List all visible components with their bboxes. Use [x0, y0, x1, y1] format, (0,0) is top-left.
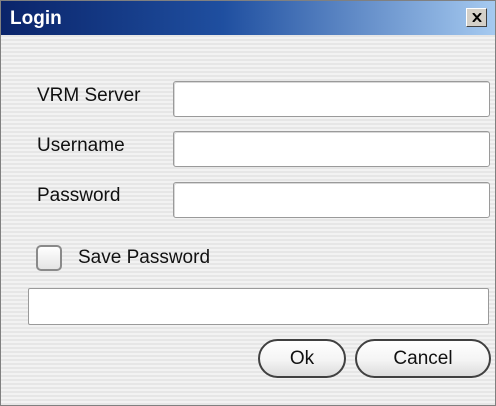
save-password-checkbox[interactable] [36, 245, 62, 271]
username-input[interactable] [173, 131, 490, 167]
login-dialog: Login VRM Server Username Password Save … [0, 0, 496, 406]
close-button[interactable] [466, 8, 487, 27]
cancel-button[interactable]: Cancel [355, 339, 491, 378]
username-label: Username [37, 135, 125, 156]
vrm-server-label: VRM Server [37, 85, 141, 106]
vrm-server-input[interactable] [173, 81, 490, 117]
save-password-label[interactable]: Save Password [78, 247, 210, 269]
close-icon [472, 13, 482, 22]
ok-button[interactable]: Ok [258, 339, 346, 378]
status-field [28, 288, 489, 325]
title-bar[interactable]: Login [1, 1, 495, 35]
window-title: Login [10, 8, 62, 29]
password-input[interactable] [173, 182, 490, 218]
password-label: Password [37, 185, 121, 206]
